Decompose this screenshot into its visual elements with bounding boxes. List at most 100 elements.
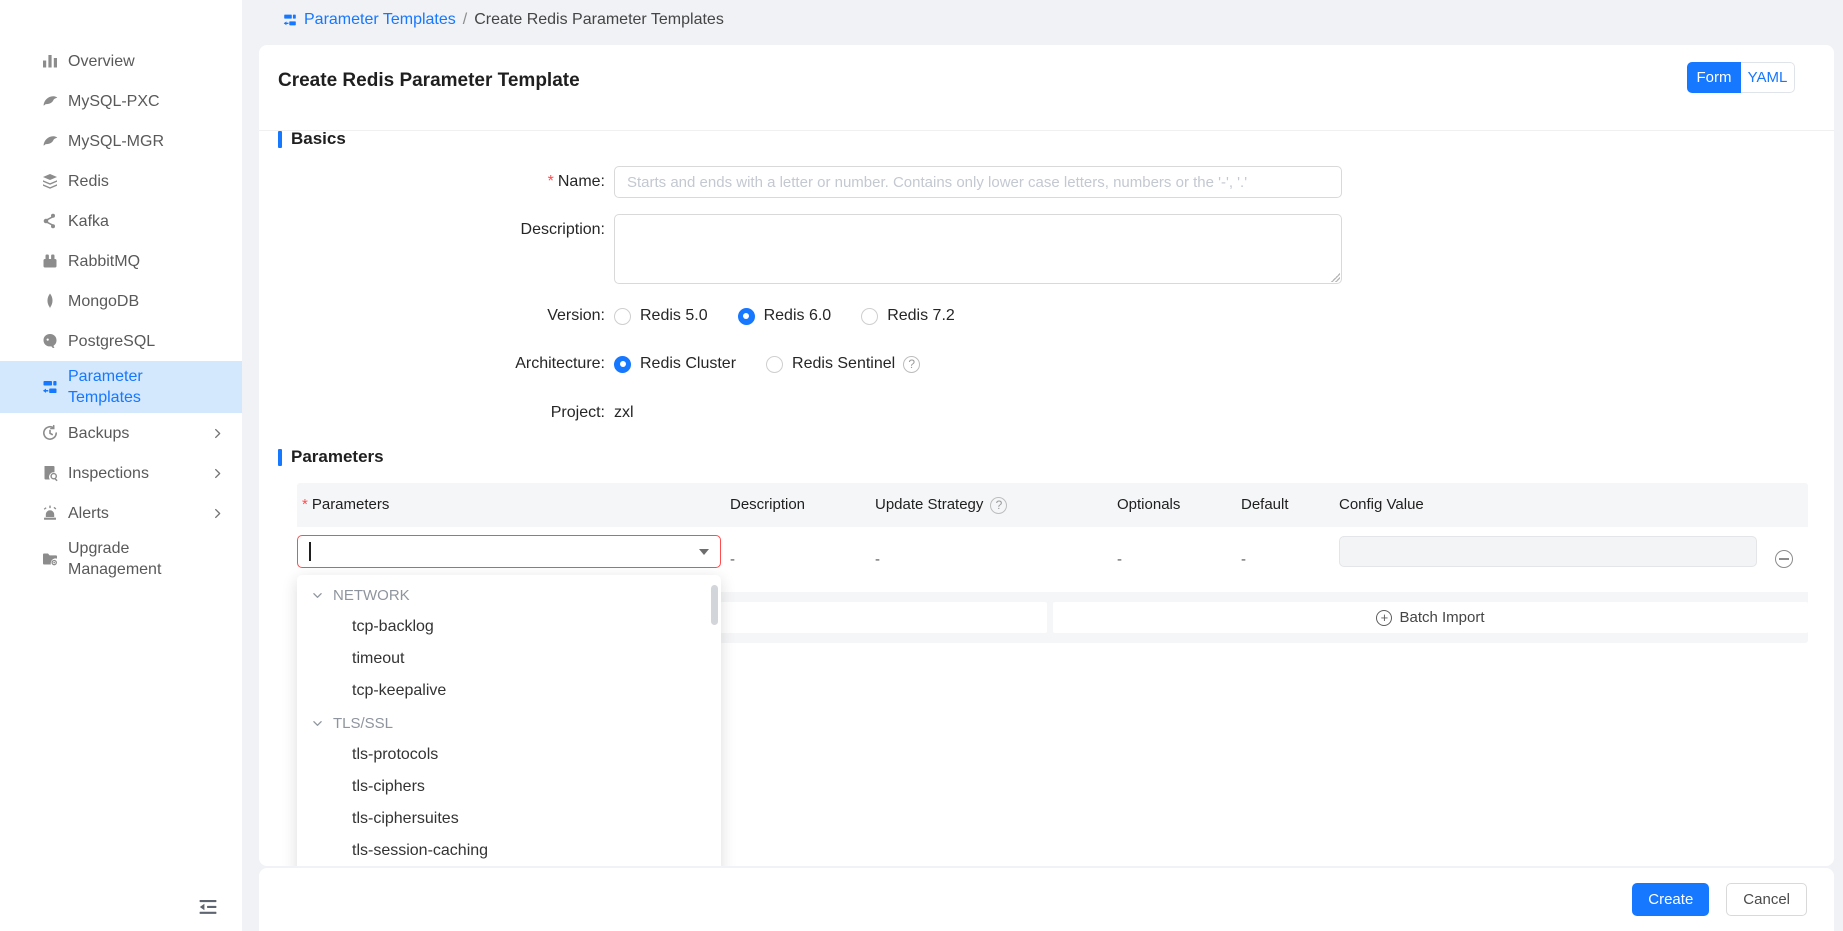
help-icon [990, 497, 1007, 514]
dropdown-group-network[interactable]: NETWORK [297, 579, 721, 611]
toggle-yaml-button[interactable]: YAML [1741, 62, 1795, 93]
radio-circle [861, 308, 878, 325]
breadcrumb-current: Create Redis Parameter Templates [474, 11, 724, 29]
layers-icon [40, 172, 59, 191]
name-label: *Name: [278, 166, 614, 198]
radio-circle [766, 356, 783, 373]
sidebar-item-kafka[interactable]: Kafka [0, 201, 242, 241]
radio-label: Redis 7.2 [887, 300, 955, 332]
radio-redis-6-0[interactable]: Redis 6.0 [738, 300, 832, 332]
cell-optionals: - [1117, 527, 1122, 592]
cell-update-strategy: - [875, 527, 880, 592]
alarm-icon [40, 504, 59, 523]
description-textarea[interactable] [614, 214, 1342, 284]
sidebar-item-rabbitmq[interactable]: RabbitMQ [0, 241, 242, 281]
sidebar-item-mysql-pxc[interactable]: MySQL-PXC [0, 81, 242, 121]
chevron-down-icon [311, 717, 324, 730]
toggle-form-button[interactable]: Form [1687, 62, 1741, 93]
form-row-project: Project: zxl [278, 397, 634, 429]
breadcrumb-separator: / [463, 11, 467, 29]
upgrade-icon [40, 550, 59, 569]
sidebar-item-parameter-templates[interactable]: Parameter Templates [0, 361, 242, 413]
dropdown-group-label: NETWORK [333, 587, 410, 604]
sidebar-item-inspections[interactable]: Inspections [0, 453, 242, 493]
dropdown-option-tcp-keepalive[interactable]: tcp-keepalive [297, 675, 721, 707]
content-card: Create Redis Parameter Template Form YAM… [259, 45, 1834, 866]
description-label: Description: [278, 214, 614, 246]
cancel-button[interactable]: Cancel [1726, 883, 1807, 916]
radio-redis-sentinel[interactable]: Redis Sentinel [766, 348, 895, 380]
sidebar-item-mongodb[interactable]: MongoDB [0, 281, 242, 321]
app-window: Overview MySQL-PXC MySQL-MGR Redis Kafka [0, 0, 1843, 931]
collapse-sidebar-icon[interactable] [196, 895, 222, 921]
batch-import-button[interactable]: Batch Import [1053, 602, 1808, 633]
chevron-right-icon [211, 507, 224, 520]
breadcrumb: Parameter Templates / Create Redis Param… [282, 11, 724, 29]
dropdown-option-tls-ciphersuites[interactable]: tls-ciphersuites [297, 803, 721, 835]
create-button[interactable]: Create [1632, 883, 1709, 916]
sidebar-item-label: Backups [68, 423, 129, 444]
section-title-parameters: Parameters [278, 447, 384, 467]
page-title: Create Redis Parameter Template [278, 70, 580, 92]
sidebar-item-label: MongoDB [68, 291, 139, 312]
dropdown-option-tls-ciphers[interactable]: tls-ciphers [297, 771, 721, 803]
chevron-right-icon [211, 427, 224, 440]
dropdown-option-tcp-backlog[interactable]: tcp-backlog [297, 611, 721, 643]
sidebar-item-label: Parameter Templates [68, 366, 196, 408]
dropdown-option-timeout[interactable]: timeout [297, 643, 721, 675]
form-row-description: Description: [278, 214, 1342, 284]
cell-default: - [1241, 527, 1246, 592]
sidebar-item-backups[interactable]: Backups [0, 413, 242, 453]
config-value-input [1339, 536, 1757, 567]
sidebar-item-label: MySQL-PXC [68, 91, 160, 112]
radio-redis-cluster[interactable]: Redis Cluster [614, 348, 736, 380]
network-icon [40, 212, 59, 231]
parameter-select[interactable] [297, 535, 721, 568]
sidebar-item-label: PostgreSQL [68, 331, 155, 352]
radio-redis-7-2[interactable]: Redis 7.2 [861, 300, 955, 332]
column-header-config-value: Config Value [1339, 483, 1424, 527]
sidebar-item-overview[interactable]: Overview [0, 41, 242, 81]
leaf-icon [40, 292, 59, 311]
sidebar-item-label: Overview [68, 51, 135, 72]
section-title-basics: Basics [278, 129, 346, 149]
backup-icon [40, 424, 59, 443]
cell-description: - [730, 527, 735, 592]
radio-label: Redis Cluster [640, 348, 736, 380]
footer-action-bar: Create Cancel [259, 868, 1834, 931]
plus-circle-icon [1376, 610, 1392, 626]
view-toggle: Form YAML [1687, 62, 1795, 93]
breadcrumb-root-link[interactable]: Parameter Templates [282, 11, 456, 29]
radio-circle-selected [614, 356, 631, 373]
main-area: Parameter Templates / Create Redis Param… [242, 0, 1843, 931]
sidebar-item-postgresql[interactable]: PostgreSQL [0, 321, 242, 361]
dropdown-option-tls-protocols[interactable]: tls-protocols [297, 739, 721, 771]
sidebar-item-label: MySQL-MGR [68, 131, 164, 152]
radio-circle-selected [738, 308, 755, 325]
name-input[interactable] [614, 166, 1342, 198]
dropdown-group-tls-ssl[interactable]: TLS/SSL [297, 707, 721, 739]
dropdown-scrollbar[interactable] [711, 585, 718, 625]
sidebar-item-label: Inspections [68, 463, 149, 484]
dropdown-option-tls-session-caching[interactable]: tls-session-caching [297, 835, 721, 866]
column-header-update-strategy: Update Strategy [875, 483, 1007, 527]
column-header-description: Description [730, 483, 805, 527]
sidebar-item-alerts[interactable]: Alerts [0, 493, 242, 533]
breadcrumb-root-label: Parameter Templates [304, 11, 456, 29]
remove-row-icon[interactable] [1775, 550, 1793, 568]
form-row-architecture: Architecture: Redis Cluster Redis Sentin… [278, 348, 920, 380]
sidebar-item-redis[interactable]: Redis [0, 161, 242, 201]
form-row-version: Version: Redis 5.0 Redis 6.0 Redis 7.2 [278, 300, 985, 332]
sidebar-item-label: Redis [68, 171, 109, 192]
parameter-dropdown: NETWORK tcp-backlog timeout tcp-keepaliv… [297, 575, 721, 866]
column-header-optionals: Optionals [1117, 483, 1180, 527]
radio-redis-5-0[interactable]: Redis 5.0 [614, 300, 708, 332]
bar-chart-icon [40, 52, 59, 71]
dolphin-icon [40, 132, 59, 151]
column-header-default: Default [1241, 483, 1289, 527]
radio-circle [614, 308, 631, 325]
sidebar-item-mysql-mgr[interactable]: MySQL-MGR [0, 121, 242, 161]
parameters-table-header: *Parameters Description Update Strategy … [297, 483, 1808, 527]
sidebar-item-upgrade-management[interactable]: Upgrade Management [0, 533, 242, 585]
rabbit-icon [40, 252, 59, 271]
